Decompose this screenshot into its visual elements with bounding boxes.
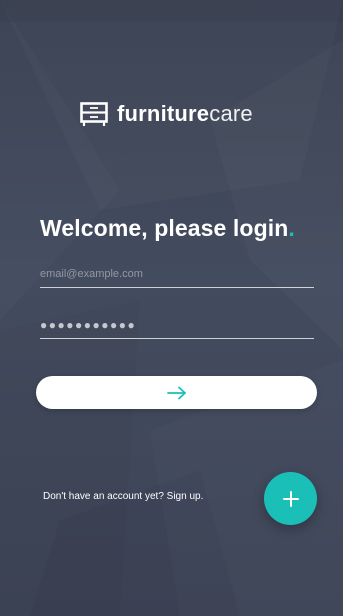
welcome-heading-text: Welcome, please login bbox=[40, 215, 289, 241]
brand-name-bold: furniture bbox=[117, 101, 210, 126]
brand-logo: furniturecare bbox=[79, 98, 253, 130]
welcome-heading-accent-dot: . bbox=[288, 215, 295, 241]
password-field[interactable] bbox=[40, 312, 314, 338]
plus-icon bbox=[282, 490, 299, 507]
add-fab-button[interactable] bbox=[264, 472, 317, 525]
password-field-container bbox=[40, 312, 314, 339]
welcome-heading: Welcome, please login. bbox=[40, 215, 295, 242]
arrow-right-icon bbox=[166, 386, 187, 400]
login-screen: furniturecare Welcome, please login. Don… bbox=[0, 0, 343, 616]
signup-link[interactable]: Don't have an account yet? Sign up. bbox=[43, 491, 203, 502]
brand-name-light: care bbox=[209, 101, 253, 126]
login-submit-button[interactable] bbox=[36, 376, 317, 409]
email-field-container bbox=[40, 260, 314, 288]
email-field[interactable] bbox=[40, 260, 314, 287]
dresser-icon bbox=[79, 101, 109, 127]
brand-name: furniturecare bbox=[117, 101, 253, 127]
